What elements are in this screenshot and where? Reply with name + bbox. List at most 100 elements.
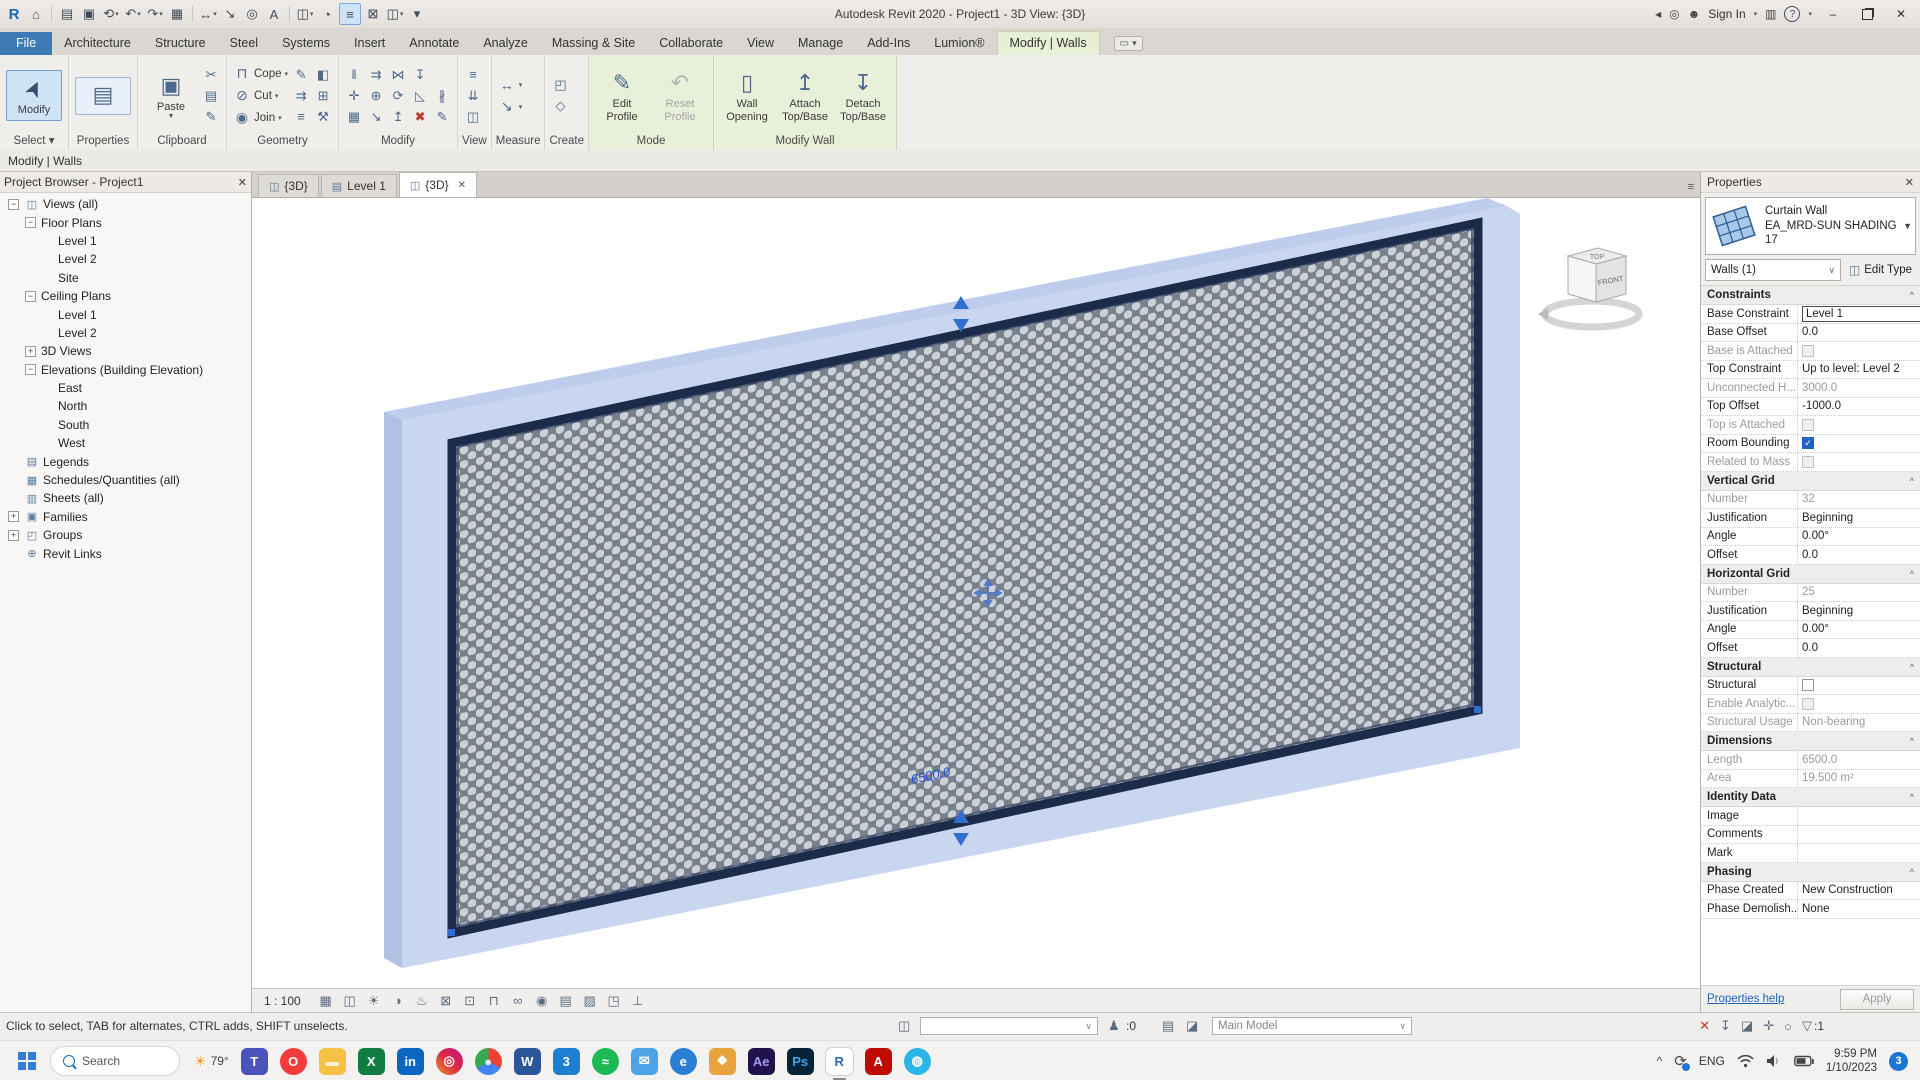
sun-path-icon[interactable]: ☀ [365, 992, 383, 1010]
battery-icon[interactable] [1793, 1055, 1814, 1067]
ribbon-tab-structure[interactable]: Structure [143, 32, 218, 55]
show-crop-region-icon[interactable]: ⊡ [461, 992, 479, 1010]
ribbon-tab-lumion-[interactable]: Lumion® [922, 32, 996, 55]
taskbar-app-messenger[interactable]: ◍ [903, 1047, 931, 1075]
ribbon-tab-add-ins[interactable]: Add-Ins [855, 32, 922, 55]
collapse-chevron-icon[interactable]: ^ [1910, 290, 1914, 300]
ribbon-tab-analyze[interactable]: Analyze [471, 32, 539, 55]
property-value[interactable]: New Construction [1798, 882, 1920, 900]
join-geometry-button[interactable]: ◉ Join ▾ [233, 108, 288, 128]
tree-item-floor-plans[interactable]: − Floor Plans [0, 213, 251, 231]
view-scale-button[interactable]: 1 : 100 [262, 994, 311, 1008]
create-group-icon[interactable]: ◰ [551, 76, 569, 94]
section-header-dimensions[interactable]: Dimensions ^ [1701, 732, 1920, 751]
taskbar-app-instagram[interactable]: ◎ [435, 1047, 463, 1075]
text-icon[interactable]: A [264, 4, 284, 24]
pin-icon[interactable]: ↧ [411, 66, 429, 84]
wall-grip-bottom-right[interactable] [1474, 706, 1481, 713]
tree-item-south[interactable]: South [0, 416, 251, 434]
array-icon[interactable]: ▦ [345, 108, 363, 126]
taskbar-app-photoshop[interactable]: Ps [786, 1047, 814, 1075]
collapse-chevron-icon[interactable]: ^ [1910, 867, 1914, 877]
detail-level-icon[interactable]: ▦ [317, 992, 335, 1010]
property-value[interactable] [1798, 844, 1920, 862]
show-hidden-icons-chevron[interactable]: ^ [1657, 1054, 1663, 1068]
collapse-search-icon[interactable]: ◂ [1655, 7, 1661, 21]
lock-3d-view-icon[interactable]: ⊓ [485, 992, 503, 1010]
view-tab-level-1[interactable]: ▤ Level 1 [320, 174, 397, 197]
language-indicator[interactable]: ENG [1699, 1054, 1725, 1068]
panel-label-geometry[interactable]: Geometry [227, 133, 338, 150]
property-value[interactable] [1798, 677, 1920, 695]
detach-top-base-button[interactable]: ↧ Detach Top/Base [836, 65, 890, 125]
taskbar-app-edge[interactable]: e [669, 1047, 697, 1075]
collapse-chevron-icon[interactable]: ^ [1910, 662, 1914, 672]
collapse-chevron-icon[interactable]: ^ [1910, 476, 1914, 486]
revit-logo-icon[interactable]: R [4, 4, 24, 24]
sync-with-central-icon[interactable]: ⟲ ▾ [101, 4, 121, 24]
select-underlay-toggle-icon[interactable]: ◪ [1741, 1018, 1753, 1034]
apply-button[interactable]: Apply [1840, 988, 1914, 1010]
property-value[interactable]: 0.0 [1798, 324, 1920, 342]
sign-in-arrow-icon[interactable]: ▾ [1754, 10, 1758, 18]
panel-label-select[interactable]: Select ▾ [0, 133, 68, 150]
property-value[interactable]: Level 1 [1798, 305, 1920, 323]
solid-box-icon[interactable]: ◧ [314, 66, 332, 84]
taskbar-app-linkedin[interactable]: in [396, 1047, 424, 1075]
panel-label-measure[interactable]: Measure [492, 133, 545, 150]
wall-opening-button[interactable]: ▯ Wall Opening [720, 65, 774, 125]
modify-tool-button[interactable]: ➤ Modify [6, 70, 62, 121]
properties-help-link[interactable]: Properties help [1707, 993, 1784, 1005]
section-header-structural[interactable]: Structural ^ [1701, 657, 1920, 677]
taskbar-app-acrobat[interactable]: A [864, 1047, 892, 1075]
match-icon[interactable]: ✎ [433, 108, 451, 126]
view-tab-close-icon[interactable]: ✕ [458, 180, 466, 191]
crop-view-icon[interactable]: ⊠ [437, 992, 455, 1010]
active-option-icon[interactable]: ◪ [1186, 1018, 1198, 1034]
ribbon-tab-architecture[interactable]: Architecture [52, 32, 143, 55]
render-icon[interactable]: ♨ [413, 992, 431, 1010]
scale-icon[interactable]: ↘ [367, 108, 385, 126]
design-options-dropdown[interactable]: Main Model ∨ [1212, 1017, 1412, 1035]
property-value[interactable]: 0.00° [1798, 621, 1920, 639]
measure-icon[interactable]: ↔ ▾ [198, 4, 218, 24]
tree-item-views-all-[interactable]: − ◫ Views (all) [0, 195, 251, 213]
panel-label-modify-wall[interactable]: Modify Wall [714, 133, 896, 150]
filter-control[interactable]: ▽:1 [1802, 1018, 1824, 1034]
shadows-icon[interactable]: ◑ [389, 992, 407, 1010]
print-icon[interactable]: ▦ [167, 4, 187, 24]
trim-icon[interactable]: ◺ [411, 87, 429, 105]
align-icon[interactable]: ‖ [345, 66, 363, 84]
panel-label-clipboard[interactable]: Clipboard [138, 133, 226, 150]
visual-style-icon[interactable]: ◫ [341, 992, 359, 1010]
taskbar-app-word[interactable]: W [513, 1047, 541, 1075]
property-value[interactable]: 0.00° [1798, 528, 1920, 546]
taskbar-app-mail[interactable]: ✉ [630, 1047, 658, 1075]
tree-item-3d-views[interactable]: +3D Views [0, 342, 251, 360]
drag-on-selection-toggle-icon[interactable]: ✛ [1763, 1018, 1774, 1034]
aligned-dimension-icon[interactable]: ↘ [220, 4, 240, 24]
offset-icon[interactable]: ⇉ [367, 66, 385, 84]
dimension-button[interactable]: ↘ ▾ [498, 97, 522, 117]
copy-icon[interactable]: ⊕ [367, 87, 385, 105]
notification-badge[interactable]: 3 [1889, 1051, 1908, 1071]
default-3d-view-icon[interactable]: ◫ ▾ [295, 4, 315, 24]
view-tab-list-icon[interactable]: ≡ [1688, 181, 1694, 193]
ribbon-tab-manage[interactable]: Manage [786, 32, 855, 55]
taskbar-app-spotify[interactable]: ≈ [591, 1047, 619, 1075]
tree-item-level-2[interactable]: Level 2 [0, 324, 251, 342]
tree-toggle-minus-icon[interactable]: − [8, 198, 19, 210]
tree-toggle-minus-icon[interactable]: − [25, 217, 36, 229]
cut-clipboard-icon[interactable]: ✂ [202, 66, 220, 84]
ribbon-tab-view[interactable]: View [735, 32, 786, 55]
select-links-toggle-icon[interactable]: ✕ [1699, 1018, 1710, 1034]
show-analytical-model-icon[interactable]: ▨ [581, 992, 599, 1010]
ribbon-tab-insert[interactable]: Insert [342, 32, 397, 55]
open-icon[interactable]: ▤ [57, 4, 77, 24]
ribbon-tab-massing-site[interactable]: Massing & Site [540, 32, 647, 55]
property-value[interactable]: Up to level: Level 2 [1798, 361, 1920, 379]
split-icon[interactable]: ∦ [433, 87, 451, 105]
tree-item-level-1[interactable]: Level 1 [0, 305, 251, 323]
create-parts-icon[interactable]: ◇ [551, 97, 569, 115]
taskbar-app-chrome[interactable]: ● [474, 1047, 502, 1075]
